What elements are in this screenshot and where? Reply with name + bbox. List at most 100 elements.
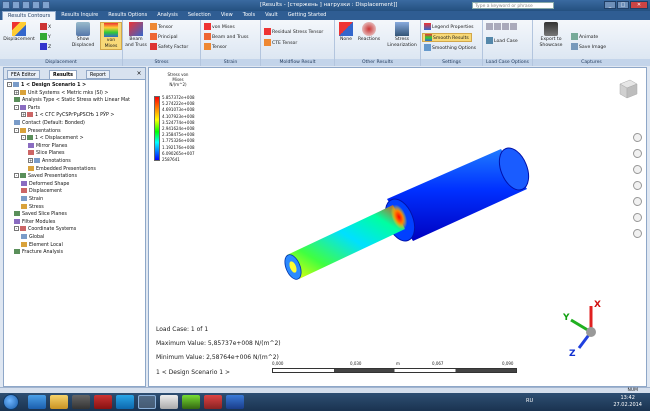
none-button[interactable]: None [337, 22, 355, 43]
last-icon[interactable] [510, 23, 517, 30]
tree-node[interactable]: Saved Slice Planes [14, 211, 67, 219]
tab-analysis[interactable]: Analysis [152, 11, 183, 20]
tab-view[interactable]: View [216, 11, 238, 20]
zoom-icon[interactable] [633, 165, 642, 174]
show-displaced-button[interactable]: Show Displaced [68, 22, 98, 48]
cte-tensor-button[interactable]: CTE Tensor [264, 39, 297, 46]
export-to-showcase-button[interactable]: Export to Showcase [536, 22, 566, 48]
save-image-button[interactable]: Save Image [571, 43, 606, 50]
expand-icon[interactable]: + [21, 112, 26, 118]
tree-node[interactable]: - Coordinate Systems [14, 226, 76, 234]
smoothing-options-button[interactable]: Smoothing Options [424, 44, 476, 51]
start-button[interactable] [3, 394, 19, 410]
app-icon-red[interactable] [94, 395, 112, 409]
word-icon[interactable] [226, 395, 244, 409]
tree-node[interactable]: Embedded Presentations [28, 165, 96, 174]
prev-icon[interactable] [494, 23, 501, 30]
tree-node[interactable]: Stress [21, 203, 44, 212]
previous-view-icon[interactable] [633, 229, 642, 238]
simulation-app-icon[interactable] [138, 395, 156, 409]
ie-icon[interactable] [28, 395, 46, 409]
tree-node[interactable]: Deformed Shape [21, 180, 69, 189]
animate-button[interactable]: Animate [571, 33, 598, 40]
app-menu-icon[interactable] [2, 1, 10, 9]
pan-icon[interactable] [633, 149, 642, 158]
tree-node[interactable]: - 1 < Design Scenario 1 > [7, 82, 86, 90]
tab-getting-started[interactable]: Getting Started [283, 11, 332, 20]
tab-results[interactable]: Results [49, 70, 78, 79]
media-player-icon[interactable] [72, 395, 90, 409]
look-at-icon[interactable] [633, 197, 642, 206]
acrobat-icon[interactable] [204, 395, 222, 409]
view-cube-icon[interactable] [616, 77, 640, 101]
collapse-icon[interactable]: - [14, 226, 19, 232]
tree-node[interactable]: - Presentations [14, 127, 61, 136]
legend-properties-button[interactable]: Legend Properties [424, 23, 474, 30]
load-case-button[interactable]: Load Case [486, 37, 518, 44]
viewport[interactable]: Stress von Mises N/(m^2) 5.857372e+008 5.… [148, 67, 647, 387]
tab-tools[interactable]: Tools [238, 11, 260, 20]
tree-node[interactable]: - Saved Presentations [14, 173, 77, 181]
smooth-results-button[interactable]: Smooth Results [422, 33, 472, 42]
tree-node[interactable]: Element Local [21, 241, 63, 250]
fit-icon[interactable] [633, 213, 642, 222]
app-icon-green[interactable] [182, 395, 200, 409]
tree-node[interactable]: Contact (Default: Bonded) [14, 120, 85, 128]
safety-factor-button[interactable]: Safety Factor [150, 43, 188, 50]
first-icon[interactable] [486, 23, 493, 30]
next-icon[interactable] [502, 23, 509, 30]
open-icon[interactable] [12, 1, 20, 9]
von-mises-displacement-button[interactable]: von Mises [100, 22, 122, 50]
principal-stress-button[interactable]: Principal [150, 33, 178, 40]
displacement-button[interactable]: Displacement [2, 22, 36, 43]
reactions-button[interactable]: Reactions [356, 22, 382, 43]
tree-node[interactable]: Mirror Planes [28, 142, 67, 151]
maximize-button[interactable]: □ [617, 1, 629, 9]
tree-node[interactable]: Analysis Type < Static Stress with Linea… [14, 97, 130, 105]
collapse-icon[interactable]: - [14, 127, 19, 133]
displacement-z-button[interactable]: Z [40, 43, 51, 50]
beam-truss-strain-button[interactable]: Beam and Truss [204, 33, 249, 40]
tensor-strain-button[interactable]: Tensor [204, 43, 227, 50]
tab-results-inquire[interactable]: Results Inquire [56, 11, 103, 20]
expand-icon[interactable]: + [28, 158, 33, 163]
collapse-icon[interactable]: - [14, 173, 19, 179]
tab-results-options[interactable]: Results Options [103, 11, 152, 20]
app-icon-white[interactable] [160, 395, 178, 409]
tab-vault[interactable]: Vault [260, 11, 283, 20]
minimize-button[interactable]: _ [604, 1, 616, 9]
displacement-x-button[interactable]: X [40, 23, 51, 30]
clock[interactable]: 13:42 27.02.2014 [613, 395, 642, 409]
close-icon[interactable]: × [135, 70, 143, 78]
tree-node[interactable]: Filter Modules [14, 218, 55, 227]
tab-results-contours[interactable]: Results Contours [2, 11, 57, 20]
steering-wheel-icon[interactable] [633, 133, 642, 142]
tab-fea-editor[interactable]: FEA Editor [7, 70, 40, 79]
close-button[interactable]: ✕ [630, 1, 648, 9]
collapse-icon[interactable]: - [7, 82, 12, 87]
tree-node[interactable]: Displacement [21, 188, 62, 196]
orbit-icon[interactable] [633, 181, 642, 190]
save-icon[interactable] [22, 1, 30, 9]
collapse-icon[interactable]: - [14, 104, 19, 110]
explorer-icon[interactable] [50, 395, 68, 409]
tree-node[interactable]: Global [21, 234, 44, 242]
tab-selection[interactable]: Selection [183, 11, 216, 20]
tree-node[interactable]: + Unit Systems < Metric mks (SI) > [14, 89, 108, 98]
language-indicator[interactable]: RU [526, 398, 533, 404]
tree-node[interactable]: + Annotations [28, 158, 71, 166]
expand-icon[interactable]: + [14, 89, 19, 95]
tree-node[interactable]: - 1 < Displacement > [21, 135, 84, 143]
stress-model[interactable] [279, 143, 539, 303]
tree-node[interactable]: - Parts [14, 104, 40, 113]
collapse-icon[interactable]: - [21, 135, 26, 141]
displacement-y-button[interactable]: Y [40, 33, 51, 40]
tensor-stress-button[interactable]: Tensor [150, 23, 173, 30]
tree-node[interactable]: Strain [21, 196, 43, 204]
beam-truss-stress-button[interactable]: Beam and Truss [125, 22, 147, 48]
skype-icon[interactable] [116, 395, 134, 409]
tree-node[interactable]: +1 < СГС РуСЅРґРµРЅСЊ 1 РЎР > [21, 112, 114, 120]
tree-node[interactable]: Fracture Analysis [14, 249, 63, 257]
stress-linearization-button[interactable]: Stress Linearization [384, 22, 420, 48]
redo-icon[interactable] [42, 1, 50, 9]
